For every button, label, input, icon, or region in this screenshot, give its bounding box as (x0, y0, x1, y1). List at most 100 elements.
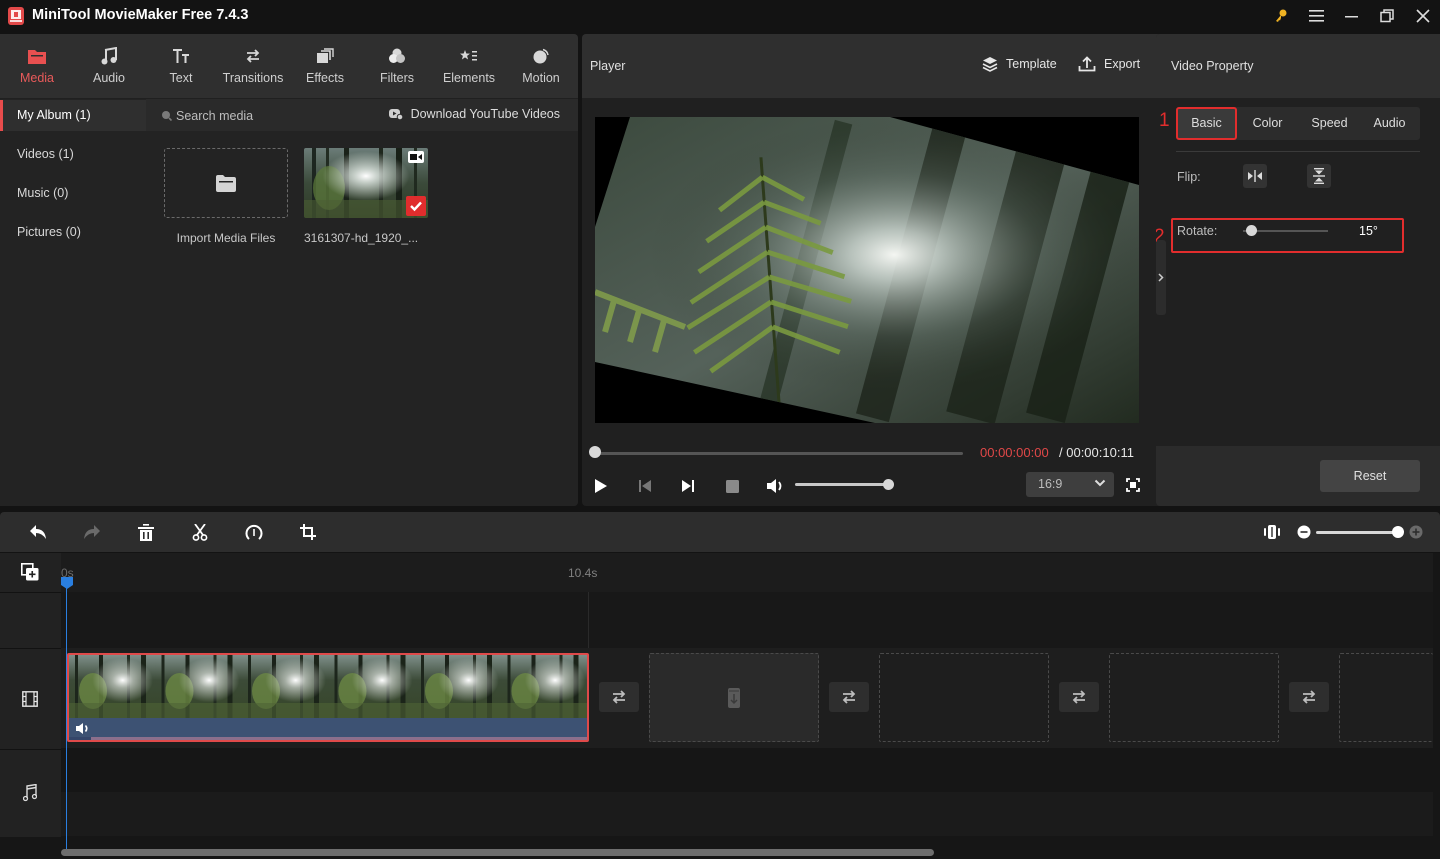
stop-icon (725, 479, 739, 493)
clip-filmstrip (69, 655, 587, 718)
tab-label: Effects (306, 71, 344, 85)
media-search-bar: Download YouTube Videos (146, 99, 578, 131)
volume-handle[interactable] (883, 479, 894, 490)
transition-slot-button[interactable] (1059, 682, 1099, 712)
tab-color[interactable]: Color (1237, 107, 1298, 140)
zoom-out-button[interactable] (1297, 525, 1311, 539)
aspect-ratio-select[interactable]: 16:9 (1026, 472, 1114, 497)
timeline-zoom-handle[interactable] (1392, 526, 1404, 538)
undo-button[interactable] (27, 522, 49, 542)
add-track-button[interactable] (20, 562, 40, 582)
timeline-zoom-slider[interactable] (1316, 531, 1398, 534)
redo-button[interactable] (81, 522, 103, 542)
music-track[interactable] (61, 792, 1433, 836)
stop-button[interactable] (720, 476, 744, 496)
tab-effects[interactable]: Effects (289, 34, 361, 98)
timeline-horizontal-scrollbar[interactable] (61, 849, 934, 856)
template-button[interactable]: Template (982, 56, 1057, 72)
split-button[interactable] (189, 522, 211, 542)
scissors-icon (192, 523, 208, 541)
track-header-column (0, 553, 61, 837)
player-panel: Player Template Export 00:00:00:00 / 00:… (582, 34, 1166, 506)
youtube-download-icon (388, 108, 403, 120)
overlay-track[interactable] (61, 592, 1433, 648)
speed-button[interactable] (243, 522, 265, 542)
audio-track-gap (61, 749, 1433, 792)
restore-icon[interactable] (1376, 6, 1398, 26)
timeline-ruler[interactable]: 0s 10.4s (61, 553, 1433, 592)
volume-button[interactable] (763, 476, 787, 496)
tab-audio-property[interactable]: Audio (1359, 107, 1420, 140)
tab-motion[interactable]: Motion (505, 34, 577, 98)
tab-transitions[interactable]: Transitions (217, 34, 289, 98)
play-button[interactable] (589, 476, 613, 496)
tab-audio[interactable]: Audio (73, 34, 145, 98)
menu-icon[interactable] (1306, 6, 1328, 26)
flip-horizontal-button[interactable] (1243, 164, 1267, 188)
tab-text[interactable]: Text (145, 34, 217, 98)
search-input[interactable] (176, 107, 376, 125)
fullscreen-button[interactable] (1123, 475, 1143, 495)
tab-elements[interactable]: Elements (433, 34, 505, 98)
close-icon[interactable] (1412, 6, 1434, 26)
video-preview[interactable] (595, 117, 1139, 423)
minimize-icon[interactable] (1341, 6, 1363, 26)
transition-slot-button[interactable] (1289, 682, 1329, 712)
zoom-in-button[interactable] (1409, 525, 1423, 539)
search-icon (161, 110, 172, 121)
transition-arrows-icon (840, 689, 858, 705)
collapse-panel-handle[interactable] (1156, 240, 1166, 315)
property-title: Video Property (1171, 59, 1254, 73)
sidebar-item-my-album[interactable]: My Album (1) (0, 100, 146, 131)
empty-clip-slot[interactable] (879, 653, 1049, 742)
playhead-handle[interactable] (61, 577, 73, 589)
next-frame-button[interactable] (676, 476, 700, 496)
media-thumbnail[interactable] (304, 148, 428, 218)
folder-icon (216, 174, 236, 192)
delete-button[interactable] (135, 522, 157, 542)
selected-check-icon (406, 196, 426, 216)
video-clip[interactable] (67, 653, 589, 742)
tab-filters[interactable]: Filters (361, 34, 433, 98)
sidebar-item-music[interactable]: Music (0) (0, 178, 146, 209)
upload-icon (1078, 56, 1096, 72)
playhead-line (66, 581, 67, 851)
export-button[interactable]: Export (1078, 56, 1140, 72)
download-youtube-button[interactable]: Download YouTube Videos (388, 107, 560, 121)
rotated-video-frame (595, 117, 1139, 423)
reset-button[interactable]: Reset (1320, 460, 1420, 492)
flip-label: Flip: (1177, 170, 1201, 184)
fit-timeline-button[interactable] (1261, 522, 1283, 542)
empty-clip-slot[interactable] (1339, 653, 1433, 742)
clip-audio-waveform[interactable] (69, 718, 587, 740)
flip-vertical-button[interactable] (1307, 164, 1331, 188)
template-label: Template (1006, 57, 1057, 71)
playback-progress-handle[interactable] (589, 446, 601, 458)
crop-button[interactable] (297, 522, 319, 542)
tab-media[interactable]: Media (1, 34, 73, 98)
playback-progress-bar[interactable] (595, 452, 963, 455)
elements-icon (460, 46, 478, 66)
empty-clip-slot[interactable] (1109, 653, 1279, 742)
video-property-panel: Video Property 1 Basic Color Speed Audio… (1156, 34, 1440, 506)
empty-clip-slot[interactable] (649, 653, 819, 742)
rotate-label: Rotate: (1177, 224, 1218, 238)
import-media-label: Import Media Files (176, 231, 276, 245)
redo-icon (83, 524, 101, 540)
sidebar-item-videos[interactable]: Videos (1) (0, 139, 146, 170)
transition-slot-button[interactable] (829, 682, 869, 712)
import-media-button[interactable] (164, 148, 288, 218)
undo-icon (29, 524, 47, 540)
sidebar-item-pictures[interactable]: Pictures (0) (0, 217, 146, 248)
previous-frame-button[interactable] (633, 476, 657, 496)
timeline: 0s 10.4s (0, 553, 1440, 859)
tab-basic[interactable]: Basic (1176, 107, 1237, 140)
tab-speed[interactable]: Speed (1299, 107, 1360, 140)
transition-slot-button[interactable] (599, 682, 639, 712)
current-time: 00:00:00:00 (980, 445, 1049, 460)
clip-volume-icon[interactable] (75, 722, 90, 735)
rotate-handle[interactable] (1246, 225, 1257, 236)
motion-icon (532, 46, 550, 66)
key-icon[interactable] (1270, 6, 1292, 26)
volume-slider[interactable] (795, 483, 890, 486)
